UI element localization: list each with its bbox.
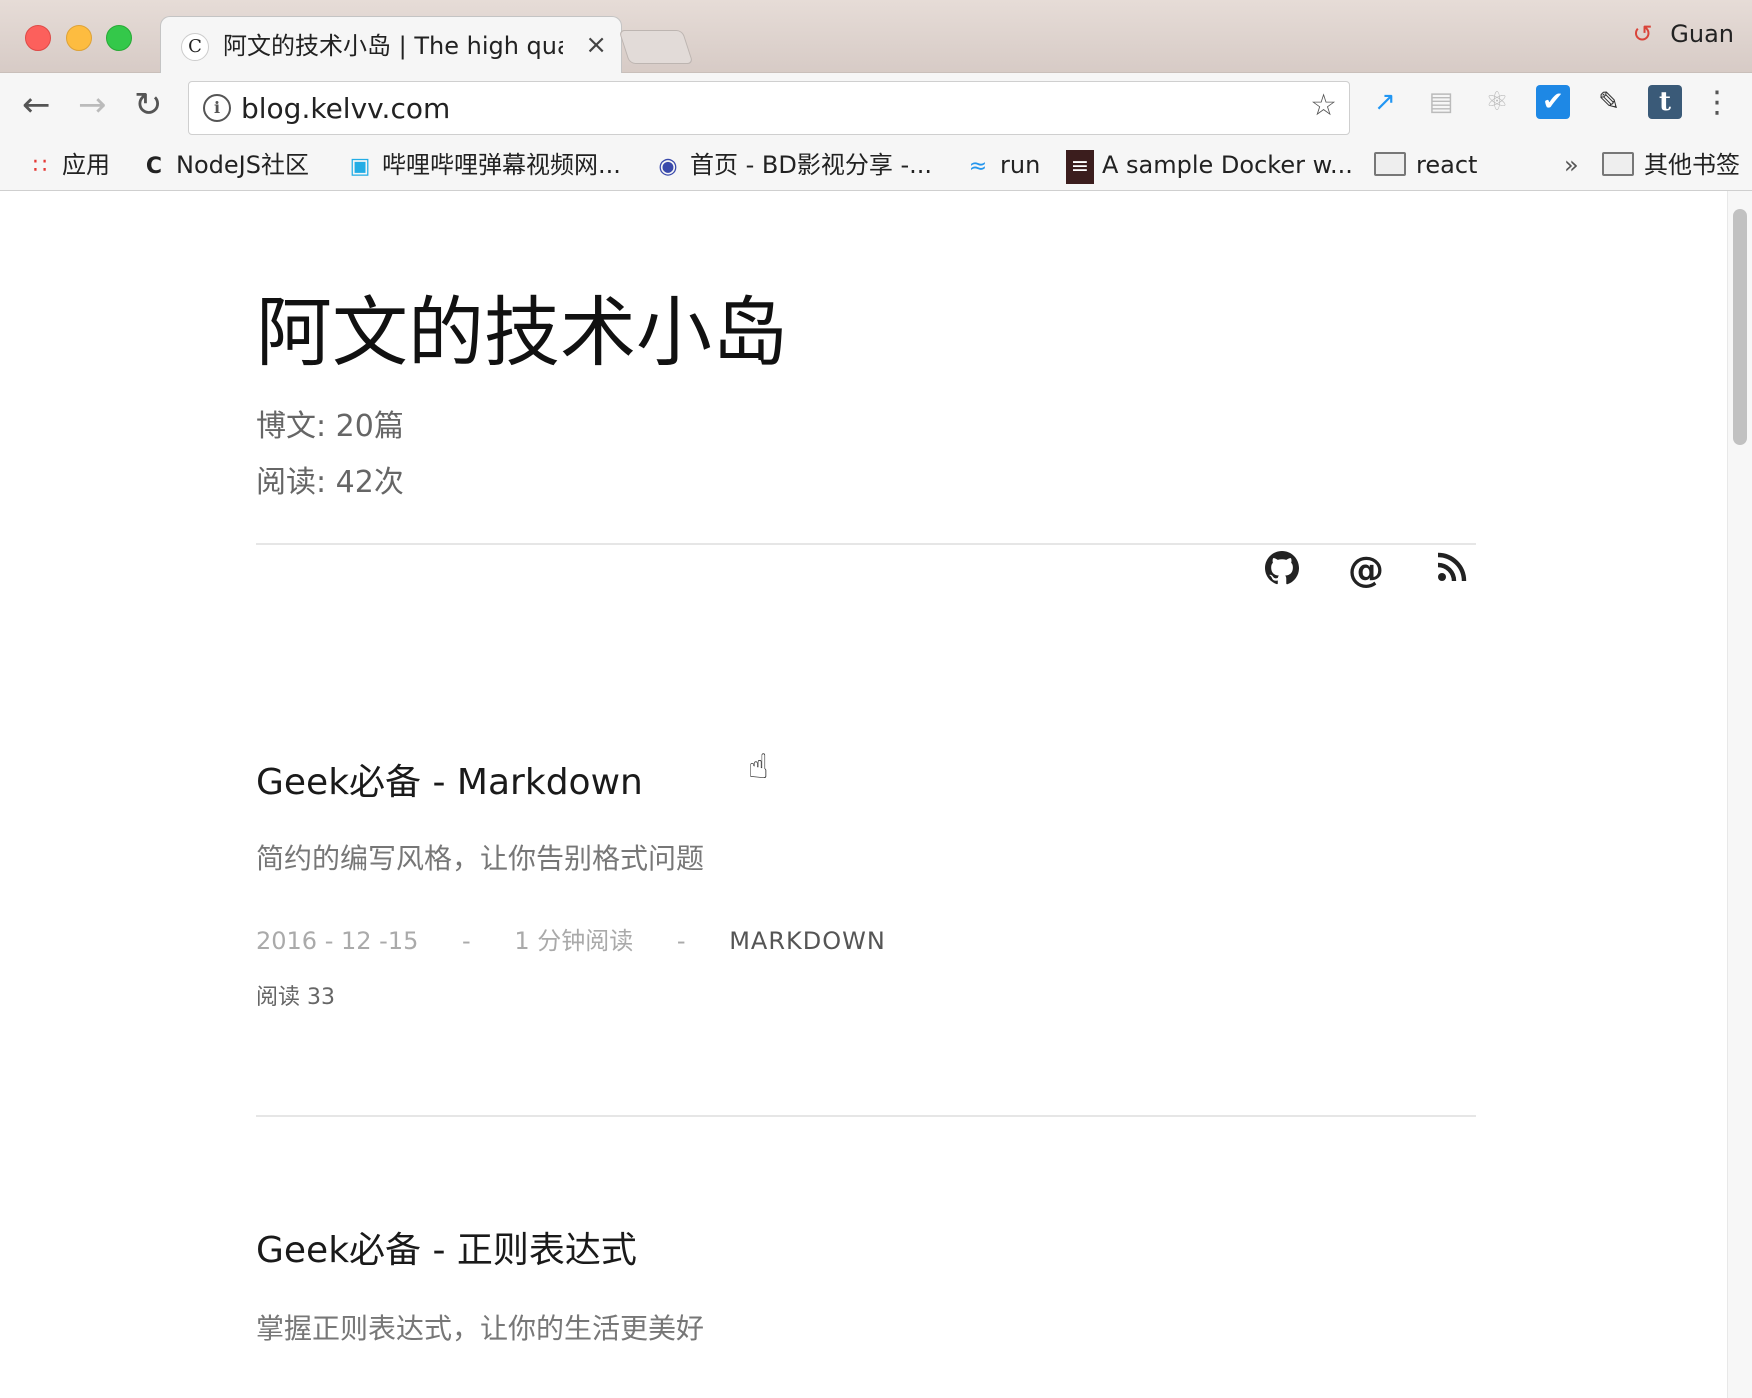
- bookmark-star-icon[interactable]: ☆: [1310, 88, 1337, 123]
- bookmark-label: 首页 - BD影视分享 -...: [690, 151, 933, 179]
- address-bar[interactable]: i blog.kelvv.com ☆: [188, 81, 1350, 135]
- window-maximize-button[interactable]: [106, 25, 132, 51]
- post-divider: [256, 1115, 1476, 1117]
- page-viewport: 阿文的技术小岛 博文: 20篇 阅读: 42次 @ Geek必备 - Markd…: [0, 191, 1752, 1398]
- bookmark-apps[interactable]: ∷ 应用: [26, 148, 110, 182]
- bookmark-docker-sample[interactable]: ≡ A sample Docker w...: [1066, 148, 1353, 184]
- post-read-time: 1 分钟阅读: [514, 927, 634, 955]
- tab-close-icon[interactable]: ×: [585, 30, 607, 60]
- profile-name: Guan: [1670, 20, 1734, 48]
- posts-count: 博文: 20篇: [256, 409, 404, 444]
- browser-toolbar: ← → ↻ i blog.kelvv.com ☆ ↗ ▤ ⚛ ✔ ✎ t ⋮: [0, 73, 1752, 142]
- bookmarks-bar: ∷ 应用 C NodeJS社区 ▣ 哔哩哔哩弹幕视频网... ◉ 首页 - BD影视分享…: [0, 142, 1752, 191]
- extension-eyedropper-icon[interactable]: ✎: [1592, 85, 1626, 119]
- bookmark-bd[interactable]: ◉ 首页 - BD影视分享 -...: [654, 148, 932, 182]
- extension-react-icon[interactable]: ⚛: [1480, 85, 1514, 119]
- github-icon[interactable]: [1262, 551, 1302, 591]
- post-description: 简约的编写风格，让你告别格式问题: [256, 842, 705, 875]
- tab-favicon-icon: C: [181, 33, 209, 61]
- at-email-icon[interactable]: @: [1346, 551, 1386, 591]
- post-title[interactable]: Geek必备 - Markdown: [256, 753, 643, 805]
- back-arrow-icon[interactable]: ←: [22, 85, 51, 125]
- hand-cursor-icon: ☝: [748, 747, 769, 787]
- bookmark-label: run: [1000, 151, 1041, 179]
- nodejs-icon: C: [145, 154, 163, 179]
- post-tag[interactable]: MARKDOWN: [729, 927, 886, 955]
- meta-separator: -: [462, 927, 471, 955]
- apps-grid-icon: ∷: [33, 154, 47, 179]
- docker-sample-icon: ≡: [1066, 150, 1094, 184]
- bookmark-folder-other[interactable]: 其他书签: [1602, 148, 1740, 182]
- bookmark-label: react: [1416, 151, 1478, 179]
- forward-arrow-icon[interactable]: →: [78, 85, 107, 125]
- extension-pocket-icon[interactable]: ✔: [1536, 85, 1570, 119]
- docker-whale-icon: ≈: [968, 154, 988, 179]
- bookmark-label: 应用: [62, 151, 110, 179]
- header-divider: [256, 543, 1476, 545]
- extension-trend-icon[interactable]: ↗: [1368, 85, 1402, 119]
- sync-error-icon: ↺: [1632, 20, 1653, 48]
- site-info-icon[interactable]: i: [203, 94, 231, 122]
- window-close-button[interactable]: [25, 25, 51, 51]
- extension-tumblr-icon[interactable]: t: [1648, 85, 1682, 119]
- chrome-menu-icon[interactable]: ⋮: [1702, 85, 1732, 120]
- active-tab[interactable]: C 阿文的技术小岛 | The high qual ×: [160, 16, 622, 73]
- tab-title: 阿文的技术小岛 | The high qual: [223, 32, 563, 60]
- bookmark-label: A sample Docker w...: [1102, 151, 1353, 179]
- post-meta: 2016 - 12 -15 - 1 分钟阅读 - MARKDOWN: [256, 921, 922, 956]
- bookmark-label: NodeJS社区: [176, 151, 309, 179]
- reads-count: 阅读: 42次: [256, 465, 404, 500]
- bookmarks-overflow-chevron-icon[interactable]: »: [1564, 148, 1579, 182]
- bd-icon: ◉: [658, 154, 678, 179]
- folder-icon: [1602, 152, 1634, 176]
- new-tab-button[interactable]: [618, 30, 694, 64]
- window-minimize-button[interactable]: [66, 25, 92, 51]
- reload-icon[interactable]: ↻: [134, 85, 163, 125]
- post-reads: 阅读 33: [256, 985, 335, 1010]
- url-text[interactable]: blog.kelvv.com: [241, 92, 450, 125]
- bookmark-nodejs[interactable]: C NodeJS社区: [140, 148, 309, 182]
- folder-icon: [1374, 152, 1406, 176]
- bookmark-label: 其他书签: [1644, 151, 1740, 179]
- post-title[interactable]: Geek必备 - 正则表达式: [256, 1221, 637, 1273]
- window-titlebar: C 阿文的技术小岛 | The high qual × ↺ Guan: [0, 0, 1752, 73]
- meta-separator: -: [676, 927, 686, 955]
- site-title[interactable]: 阿文的技术小岛: [256, 271, 788, 381]
- post-description: 掌握正则表达式，让你的生活更美好: [256, 1312, 705, 1345]
- post-date: 2016 - 12 -15: [256, 927, 419, 955]
- scrollbar-thumb[interactable]: [1733, 209, 1747, 445]
- rss-icon[interactable]: [1432, 551, 1472, 591]
- profile-button[interactable]: ↺ Guan: [1633, 20, 1734, 48]
- extension-reader-icon[interactable]: ▤: [1424, 85, 1458, 119]
- page-scrollbar[interactable]: [1727, 191, 1752, 1398]
- bilibili-icon: ▣: [349, 154, 371, 179]
- bookmark-label: 哔哩哔哩弹幕视频网...: [382, 151, 621, 179]
- bookmark-folder-react[interactable]: react: [1374, 148, 1477, 182]
- bookmark-run[interactable]: ≈ run: [964, 148, 1041, 182]
- bookmark-bilibili[interactable]: ▣ 哔哩哔哩弹幕视频网...: [346, 148, 621, 182]
